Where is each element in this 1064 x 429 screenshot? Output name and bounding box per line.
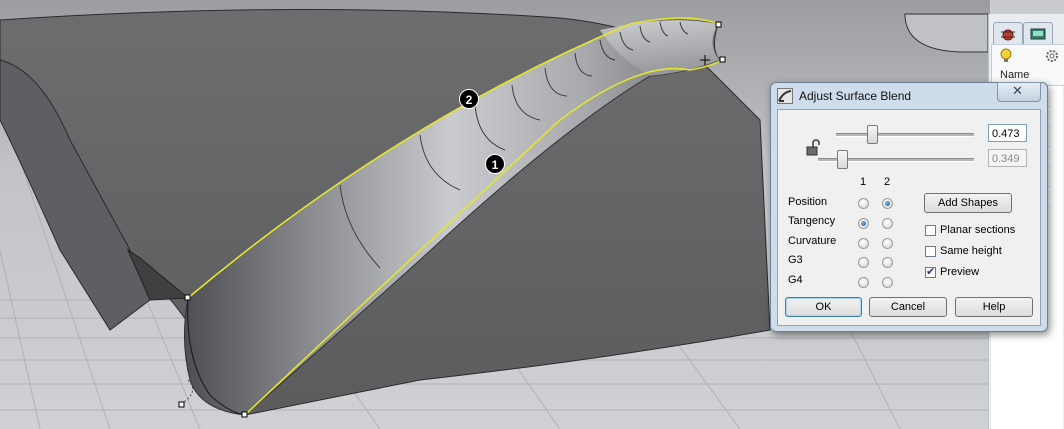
tab-bug[interactable] bbox=[993, 22, 1023, 46]
continuity-label-position: Position bbox=[788, 196, 828, 208]
radio-g3-1[interactable] bbox=[858, 257, 869, 268]
properties-header: Name bbox=[991, 44, 1064, 86]
dialog-title: Adjust Surface Blend bbox=[799, 89, 912, 103]
column-header-2: 2 bbox=[884, 176, 891, 188]
control-point[interactable] bbox=[241, 411, 248, 418]
continuity-label-g4: G4 bbox=[788, 274, 803, 286]
radio-tangency-2[interactable] bbox=[882, 218, 893, 229]
slider-1-value-field[interactable]: 0.473 bbox=[988, 124, 1027, 142]
radio-position-1[interactable] bbox=[858, 198, 869, 209]
bug-icon bbox=[1001, 29, 1015, 41]
blend-surface-icon bbox=[777, 88, 793, 104]
slider-1-track[interactable] bbox=[836, 133, 974, 137]
same-height-checkbox[interactable] bbox=[925, 246, 936, 257]
close-button[interactable]: ✕ bbox=[997, 82, 1041, 102]
radio-g3-2[interactable] bbox=[882, 257, 893, 268]
preview-label: Preview bbox=[940, 266, 980, 278]
continuity-label-tangency: Tangency bbox=[788, 215, 836, 227]
continuity-label-g3: G3 bbox=[788, 254, 803, 266]
same-height-label: Same height bbox=[940, 245, 1002, 257]
planar-sections-label: Planar sections bbox=[940, 224, 1016, 236]
display-icon bbox=[1030, 28, 1046, 40]
radio-g4-2[interactable] bbox=[882, 277, 893, 288]
radio-curvature-2[interactable] bbox=[882, 238, 893, 249]
name-column-header: Name bbox=[1000, 69, 1030, 81]
radio-tangency-1[interactable] bbox=[858, 218, 869, 229]
radio-g4-1[interactable] bbox=[858, 277, 869, 288]
control-point[interactable] bbox=[184, 294, 191, 301]
slider-1-thumb[interactable] bbox=[866, 125, 878, 144]
radio-position-2[interactable] bbox=[882, 198, 893, 209]
panel-tabs bbox=[989, 14, 1064, 46]
slider-2-value-field[interactable]: 0.349 bbox=[988, 149, 1027, 167]
add-shapes-button[interactable]: Add Shapes bbox=[924, 193, 1012, 213]
slider-2-thumb[interactable] bbox=[837, 150, 849, 169]
close-icon: ✕ bbox=[1012, 83, 1023, 98]
control-point[interactable] bbox=[715, 21, 722, 28]
lightbulb-icon[interactable] bbox=[998, 48, 1014, 64]
cancel-button[interactable]: Cancel bbox=[869, 297, 947, 317]
tab-display[interactable] bbox=[1023, 22, 1053, 46]
dialog-titlebar[interactable]: Adjust Surface Blend ✕ bbox=[771, 82, 1047, 109]
control-point[interactable] bbox=[178, 401, 185, 408]
ok-button[interactable]: OK bbox=[785, 297, 862, 317]
control-point[interactable] bbox=[719, 56, 726, 63]
checkmark-icon: ✔ bbox=[926, 266, 936, 278]
gear-icon[interactable] bbox=[1044, 48, 1060, 64]
unlocked-padlock-icon[interactable] bbox=[806, 139, 820, 157]
curve-marker-1[interactable]: 1 bbox=[485, 154, 505, 174]
preview-checkbox[interactable]: ✔ bbox=[925, 266, 936, 278]
column-header-1: 1 bbox=[860, 176, 867, 188]
curve-marker-2[interactable]: 2 bbox=[459, 89, 479, 109]
help-button[interactable]: Help bbox=[955, 297, 1033, 317]
continuity-label-curvature: Curvature bbox=[788, 235, 837, 247]
planar-sections-checkbox[interactable] bbox=[925, 225, 936, 236]
radio-curvature-1[interactable] bbox=[858, 238, 869, 249]
dialog-body: 0.473 0.349 1 2 Position Tangency Curvat… bbox=[777, 109, 1041, 326]
adjust-surface-blend-dialog: Adjust Surface Blend ✕ 0.473 0.349 1 2 P… bbox=[770, 82, 1048, 332]
